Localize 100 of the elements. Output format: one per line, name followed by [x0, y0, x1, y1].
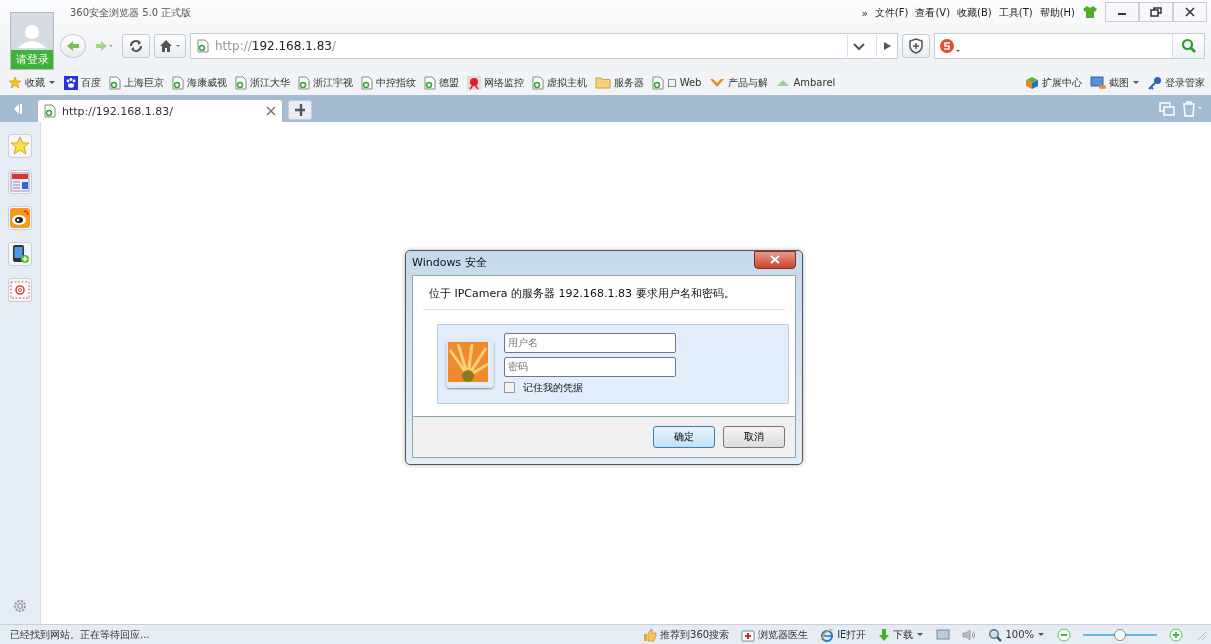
ie-logo-icon: [820, 627, 835, 642]
status-item[interactable]: IE打开: [820, 627, 867, 642]
star-icon: [8, 75, 22, 90]
sidebar-button[interactable]: [8, 206, 32, 230]
page-icon: [424, 75, 436, 90]
remember-checkbox[interactable]: [504, 382, 515, 393]
remember-label: 记住我的凭据: [523, 380, 583, 395]
menu-item[interactable]: 查看(V): [915, 4, 951, 20]
search-engine-icon: [939, 38, 961, 54]
close-icon: [1185, 7, 1195, 17]
close-icon[interactable]: [266, 106, 276, 116]
caret-icon: [48, 79, 56, 86]
caret-icon: [916, 631, 925, 638]
toolbar-item[interactable]: 扩展中心: [1025, 75, 1082, 90]
dialog-title: Windows 安全: [412, 255, 487, 270]
settings-icon[interactable]: [12, 598, 28, 614]
key-icon: [1148, 75, 1162, 90]
restore-button[interactable]: [1139, 2, 1173, 22]
bookmark-item[interactable]: 浙江宇视: [298, 75, 353, 90]
bookmark-item[interactable]: 百度: [64, 75, 101, 90]
zoom-slider-thumb[interactable]: [1114, 628, 1126, 641]
bookmark-item[interactable]: □ Web: [652, 75, 702, 90]
news-icon: [10, 172, 30, 192]
status-item[interactable]: 推荐到360搜索: [643, 627, 730, 642]
right-arrow-icon: [96, 40, 112, 52]
page-icon: [532, 75, 544, 90]
toolbar-item[interactable]: 截图: [1090, 75, 1140, 90]
username-field[interactable]: 用户名: [504, 332, 676, 353]
home-button[interactable]: [154, 34, 186, 58]
thumbs-up-icon: [643, 627, 658, 642]
page-icon: [235, 75, 247, 90]
paw-icon: [64, 75, 78, 90]
search-field[interactable]: [934, 33, 1205, 59]
page-icon: [298, 75, 310, 90]
down-arrow-icon: [878, 627, 891, 642]
eye-logo-icon: [10, 208, 30, 228]
close-icon: [770, 255, 780, 264]
left-arrow-icon: [66, 40, 80, 52]
url-text: http://192.168.1.83/: [215, 39, 336, 53]
dialog-message: 位于 IPCamera 的服务器 192.168.1.83 要求用户名和密码。: [423, 283, 785, 310]
toolbar-item[interactable]: 登录管家: [1148, 75, 1205, 90]
dialog-button[interactable]: 确定: [653, 425, 715, 448]
menu-item[interactable]: 收藏(B): [957, 4, 992, 20]
windows-icon[interactable]: [1159, 101, 1175, 116]
zoom-level[interactable]: 100%: [988, 627, 1045, 642]
bookmark-item[interactable]: 网络监控: [467, 75, 524, 90]
minimize-button[interactable]: [1105, 2, 1139, 22]
menu-item[interactable]: 帮助(H): [1039, 4, 1075, 20]
bookmark-item[interactable]: 虚拟主机: [532, 75, 587, 90]
bookmark-item[interactable]: 服务器: [595, 75, 644, 90]
zoom-in-icon[interactable]: [1169, 627, 1183, 642]
triangle-icon: [776, 77, 791, 88]
sidebar-button[interactable]: [8, 242, 32, 266]
search-button[interactable]: [1172, 34, 1204, 58]
speaker-icon[interactable]: [962, 628, 977, 641]
bookmark-item[interactable]: 海康威视: [172, 75, 227, 90]
bookmark-item[interactable]: 德盟: [424, 75, 459, 90]
menu-item[interactable]: »: [861, 5, 868, 19]
star-icon: [10, 136, 30, 156]
page-icon: [109, 75, 121, 90]
refresh-button[interactable]: [122, 34, 150, 58]
bookmark-item[interactable]: 产品与解: [709, 75, 769, 90]
status-message: 已经找到网站。正在等待回应...: [10, 627, 150, 642]
browser-tab[interactable]: http://192.168.1.83/: [38, 100, 282, 122]
restore-icon: [1150, 7, 1162, 17]
bookmark-item[interactable]: 上海巨京: [109, 75, 164, 90]
password-field[interactable]: 密码: [504, 356, 676, 377]
menu-item[interactable]: 文件(F): [874, 4, 909, 20]
dialog-button[interactable]: 取消: [723, 425, 785, 448]
page-icon: [652, 75, 664, 90]
back-button[interactable]: [60, 34, 86, 58]
magnifier-icon: [988, 627, 1003, 642]
shirt-icon[interactable]: [1082, 5, 1098, 19]
search-icon: [1180, 38, 1197, 54]
refresh-icon: [129, 39, 143, 53]
new-tab-button[interactable]: [288, 100, 312, 120]
page-icon: [172, 75, 184, 90]
caret-icon: [1037, 631, 1045, 638]
shield-button[interactable]: [902, 34, 930, 58]
status-item[interactable]: 下载: [878, 627, 925, 642]
medical-kit-icon: [741, 627, 756, 642]
window-title: 360安全浏览器 5.0 正式版: [69, 6, 192, 20]
menu-item[interactable]: 工具(T): [998, 4, 1033, 20]
email-icon: [10, 280, 30, 300]
bookmark-item[interactable]: 浙江大华: [235, 75, 290, 90]
bookmark-item[interactable]: Ambarel: [776, 77, 836, 88]
flower-drawing: [448, 341, 488, 382]
bookmark-item[interactable]: 收藏: [8, 75, 56, 90]
page-icon: [361, 75, 373, 90]
plus-icon: [295, 104, 305, 116]
zoom-out-icon[interactable]: [1057, 627, 1071, 642]
window-icon[interactable]: [936, 628, 951, 641]
trash-icon[interactable]: [1181, 100, 1203, 117]
status-item[interactable]: 浏览器医生: [741, 627, 809, 642]
caret-icon: [1132, 79, 1140, 86]
shield-icon: [908, 38, 924, 54]
close-button[interactable]: [754, 250, 796, 269]
page-icon: [44, 104, 56, 118]
address-bar[interactable]: http://192.168.1.83/: [190, 33, 898, 59]
bookmark-item[interactable]: 中控指纹: [361, 75, 416, 90]
